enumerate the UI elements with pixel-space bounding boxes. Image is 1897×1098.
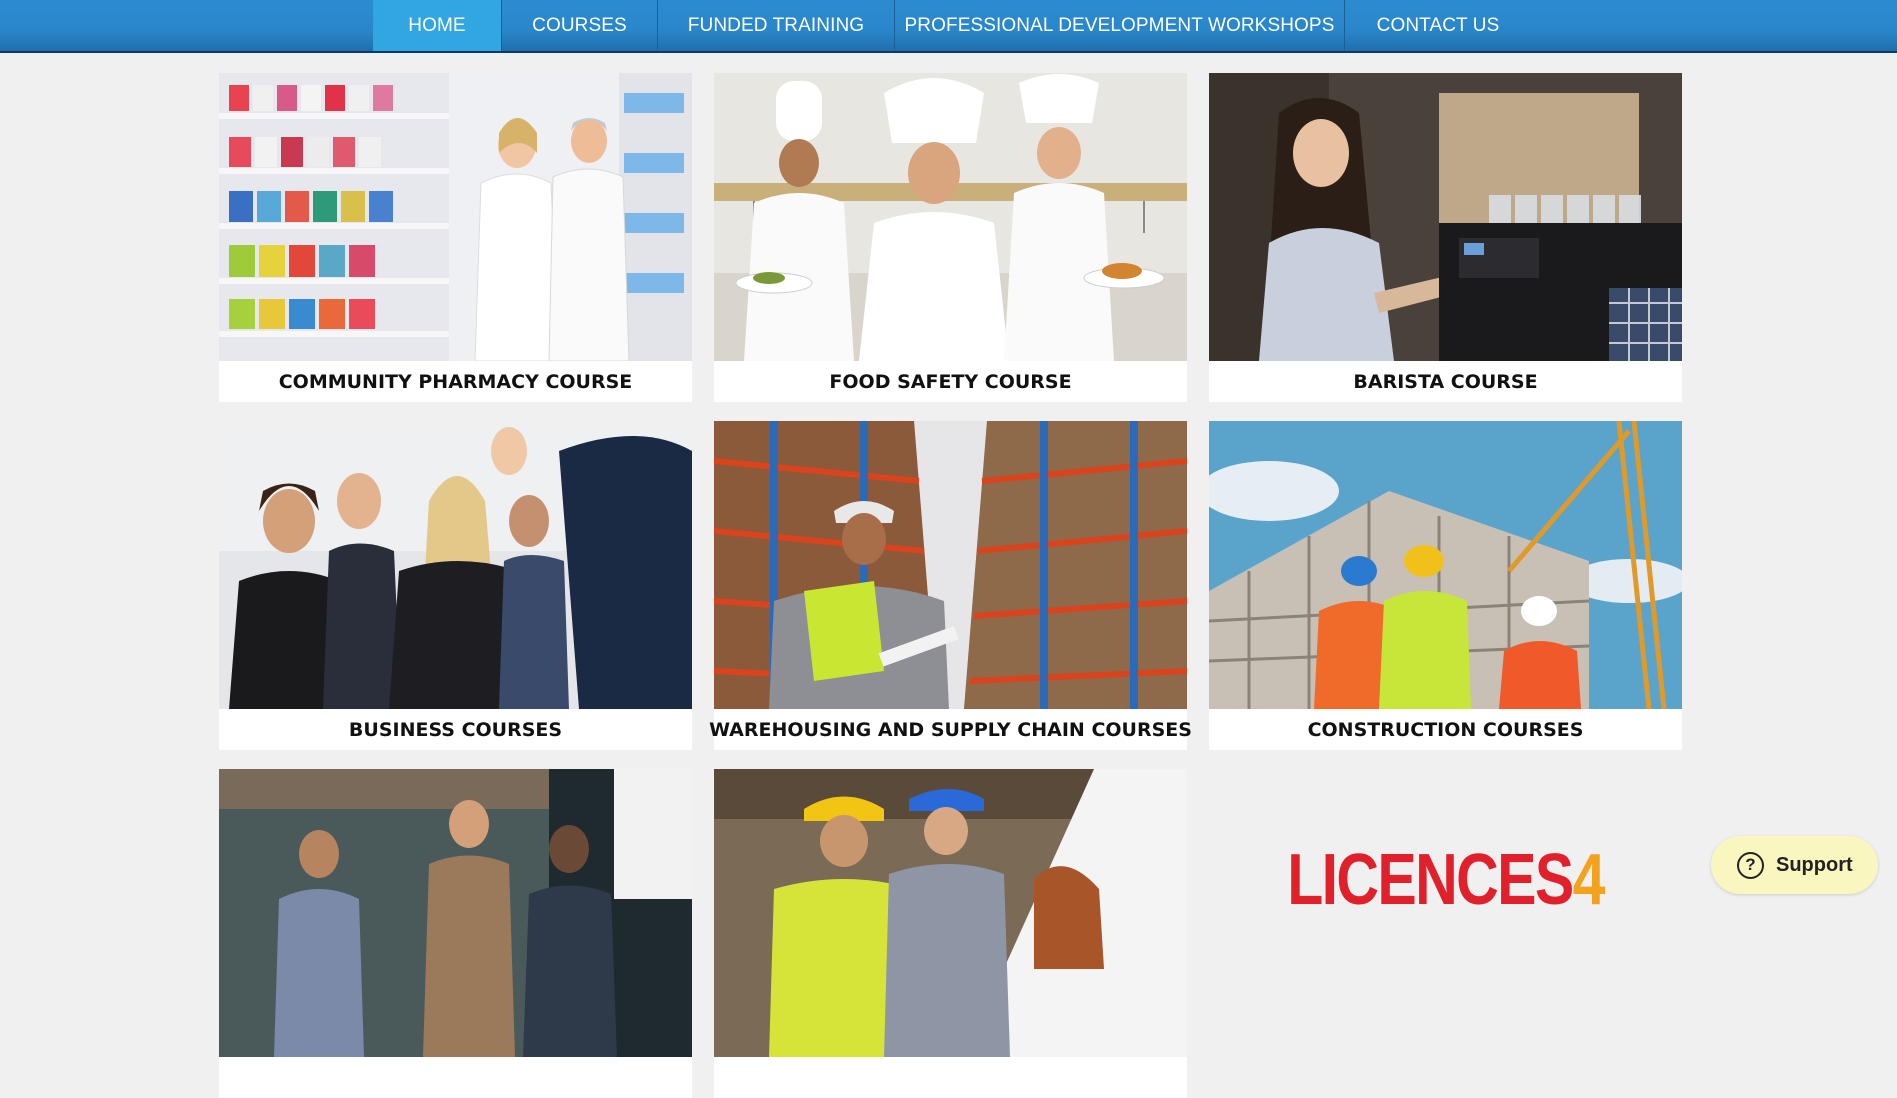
construction-photo	[1209, 421, 1682, 709]
pharmacy-photo	[219, 73, 692, 361]
nav-menu: HOME COURSES FUNDED TRAINING PROFESSIONA…	[373, 0, 1531, 51]
course-card-warehousing-supply-chain[interactable]: WAREHOUSING AND SUPPLY CHAIN COURSES	[709, 421, 1192, 750]
course-title[interactable]: BARISTA COURSE	[1209, 361, 1682, 402]
course-card-workers[interactable]	[714, 769, 1187, 1098]
course-title[interactable]: COMMUNITY PHARMACY COURSE	[219, 361, 692, 402]
support-label: Support	[1776, 853, 1853, 876]
top-navigation: HOME COURSES FUNDED TRAINING PROFESSIONA…	[0, 0, 1897, 53]
course-title[interactable]: CONSTRUCTION COURSES	[1209, 709, 1682, 750]
course-card-barista[interactable]: BARISTA COURSE	[1209, 73, 1682, 402]
support-button[interactable]: ? Support	[1711, 836, 1878, 894]
question-icon: ?	[1737, 851, 1764, 879]
course-card-construction[interactable]: CONSTRUCTION COURSES	[1209, 421, 1682, 750]
course-card-business[interactable]: BUSINESS COURSES	[219, 421, 692, 750]
course-card-meeting[interactable]	[219, 769, 692, 1098]
nav-funded-training[interactable]: FUNDED TRAINING	[658, 0, 895, 51]
course-title[interactable]: BUSINESS COURSES	[219, 709, 692, 750]
barista-photo	[1209, 73, 1682, 361]
warehouse-photo	[714, 421, 1187, 709]
course-card-food-safety[interactable]: FOOD SAFETY COURSE	[714, 73, 1187, 402]
course-title[interactable]: FOOD SAFETY COURSE	[714, 361, 1187, 402]
course-card-community-pharmacy[interactable]: COMMUNITY PHARMACY COURSE	[219, 73, 692, 402]
nav-professional-development-workshops[interactable]: PROFESSIONAL DEVELOPMENT WORKSHOPS	[895, 0, 1345, 51]
nav-home[interactable]: HOME	[373, 0, 502, 51]
nav-courses[interactable]: COURSES	[502, 0, 658, 51]
workers-photo	[714, 769, 1187, 1057]
nav-contact-us[interactable]: CONTACT US	[1345, 0, 1531, 51]
chefs-photo	[714, 73, 1187, 361]
logo-text: LICENCES4	[1287, 840, 1605, 920]
licences4-logo: LICENCES4	[1209, 769, 1682, 969]
meeting-photo	[219, 769, 692, 1057]
course-title[interactable]: WAREHOUSING AND SUPPLY CHAIN COURSES	[709, 709, 1192, 750]
business-photo	[219, 421, 692, 709]
